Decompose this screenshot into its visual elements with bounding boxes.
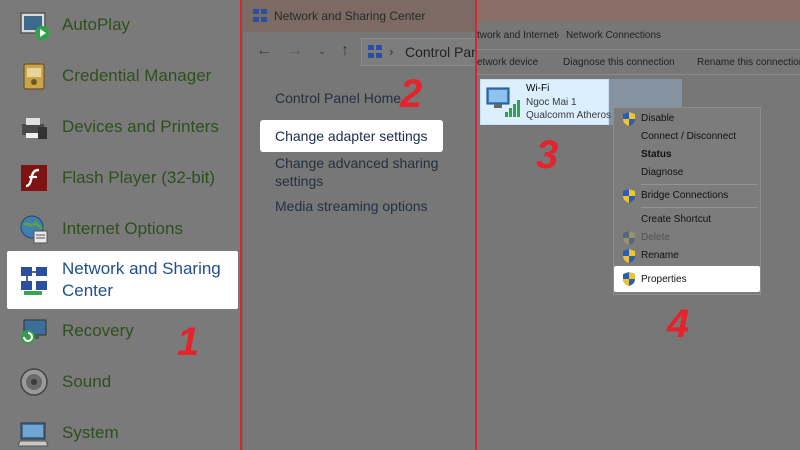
menu-item-rename[interactable]: Rename — [614, 247, 760, 265]
network-sharing-center-window: Network and Sharing Center ← → ⌄ ↑ › Con… — [243, 0, 475, 450]
cp-item-label: Sound — [62, 372, 112, 391]
link-control-panel-home[interactable]: Control Panel Home — [275, 89, 401, 107]
menu-item-status[interactable]: Status — [614, 146, 760, 164]
menu-item-properties[interactable]: Properties — [614, 266, 760, 292]
uac-shield-icon — [623, 249, 635, 263]
cp-item-label: Recovery — [62, 321, 134, 340]
menu-item-label: Properties — [641, 274, 687, 285]
step-number-2: 2 — [400, 72, 423, 116]
menu-item-label: Bridge Connections — [641, 190, 729, 201]
menu-item-label: Status — [641, 149, 672, 160]
address-field[interactable]: › Control Panel — [361, 38, 475, 66]
step-number-1: 1 — [177, 320, 200, 364]
cmd-rename-connection[interactable]: Rename this connection — [697, 57, 800, 68]
computer-icon — [18, 422, 49, 447]
window-titlebar — [477, 0, 800, 22]
cp-item-network-sharing-center[interactable]: Network and Sharing Center — [7, 251, 238, 309]
cp-item-label: Credential Manager — [62, 66, 212, 85]
adapter-network: Ngoc Mai 1 — [526, 97, 577, 108]
menu-separator — [641, 207, 757, 208]
menu-item-connect-disconnect[interactable]: Connect / Disconnect — [614, 128, 760, 146]
autoplay-icon — [20, 12, 49, 40]
cp-item-system[interactable]: System — [0, 408, 238, 450]
cp-item-label: AutoPlay — [62, 15, 131, 34]
network-icon — [253, 9, 267, 22]
speaker-icon — [20, 368, 48, 396]
chevron-right-icon: › — [389, 44, 394, 59]
network-connections-window: twork and Internet › Network Connections… — [477, 0, 800, 450]
breadcrumb-current[interactable]: Network Connections — [566, 30, 661, 41]
address-text: Control Panel — [405, 44, 475, 60]
address-bar: ← → ⌄ ↑ › Control Panel — [243, 32, 475, 72]
cp-item-internet-options[interactable]: Internet Options — [0, 204, 238, 254]
globe-icon — [20, 215, 48, 244]
network-icon — [21, 267, 47, 295]
adapter-name: Wi-Fi — [526, 83, 550, 94]
link-change-adapter-settings[interactable]: Change adapter settings — [260, 120, 443, 152]
recovery-icon — [21, 319, 47, 344]
cmd-disable-network-device[interactable]: etwork device — [477, 57, 538, 68]
menu-item-delete[interactable]: Delete — [614, 229, 760, 247]
link-change-advanced-sharing[interactable]: Change advanced sharing settings — [275, 154, 445, 190]
uac-shield-icon — [623, 189, 635, 203]
flash-icon — [21, 165, 47, 191]
breadcrumb: twork and Internet › Network Connections — [477, 22, 800, 48]
context-menu: Disable Connect / Disconnect Status Diag… — [613, 107, 761, 295]
cp-item-credential-manager[interactable]: Credential Manager — [0, 51, 238, 101]
uac-shield-icon — [623, 112, 635, 126]
uac-shield-icon — [623, 231, 635, 245]
chevron-down-icon[interactable]: ⌄ — [312, 46, 332, 57]
menu-item-label: Rename — [641, 250, 679, 261]
cp-item-autoplay[interactable]: AutoPlay — [0, 0, 238, 50]
cp-item-sound[interactable]: Sound — [0, 357, 238, 407]
back-arrow-icon[interactable]: ← — [254, 42, 274, 60]
cp-item-label: Internet Options — [62, 219, 183, 238]
wifi-adapter-icon — [486, 87, 520, 117]
menu-item-label: Delete — [641, 232, 670, 243]
cp-item-recovery[interactable]: Recovery — [0, 306, 238, 356]
printer-icon — [22, 118, 47, 139]
menu-item-bridge-connections[interactable]: Bridge Connections — [614, 187, 760, 205]
menu-item-label: Disable — [641, 113, 675, 124]
forward-arrow-icon[interactable]: → — [285, 42, 305, 60]
uac-shield-icon — [623, 272, 635, 286]
menu-item-label: Connect / Disconnect — [641, 131, 737, 142]
window-titlebar: Network and Sharing Center — [243, 0, 475, 32]
adapter-device: Qualcomm Atheros — [526, 110, 612, 121]
menu-item-diagnose[interactable]: Diagnose — [614, 164, 760, 182]
cp-item-label: Flash Player (32-bit) — [62, 168, 216, 187]
menu-separator — [641, 184, 757, 185]
menu-item-disable[interactable]: Disable — [614, 110, 760, 128]
link-media-streaming[interactable]: Media streaming options — [275, 197, 428, 215]
menu-item-label: Create Shortcut — [641, 214, 712, 225]
step-number-4: 4 — [667, 302, 690, 346]
step-number-3: 3 — [536, 133, 559, 177]
credential-manager-icon — [23, 63, 45, 90]
window-title: Network and Sharing Center — [274, 9, 426, 23]
cp-item-devices-printers[interactable]: Devices and Printers — [0, 102, 238, 152]
command-bar: etwork device Diagnose this connection R… — [477, 49, 800, 75]
up-arrow-icon[interactable]: ↑ — [335, 42, 355, 60]
cmd-diagnose-connection[interactable]: Diagnose this connection — [563, 57, 675, 68]
control-panel-list: AutoPlay Credential Manager Devices and … — [0, 0, 241, 450]
breadcrumb-parent[interactable]: twork and Internet — [477, 30, 557, 41]
cp-item-flash-player[interactable]: Flash Player (32-bit) — [0, 153, 238, 203]
cp-item-label: System — [62, 423, 119, 442]
menu-item-create-shortcut[interactable]: Create Shortcut — [614, 211, 760, 229]
menu-item-label: Diagnose — [641, 167, 684, 178]
network-icon — [368, 45, 382, 58]
panel-divider — [240, 0, 242, 450]
cp-item-label: Network and Sharing Center — [62, 259, 221, 300]
cp-item-label: Devices and Printers — [62, 117, 219, 136]
breadcrumb-separator: › — [556, 30, 560, 41]
adapter-wifi[interactable]: Wi-Fi Ngoc Mai 1 Qualcomm Atheros — [480, 79, 612, 125]
